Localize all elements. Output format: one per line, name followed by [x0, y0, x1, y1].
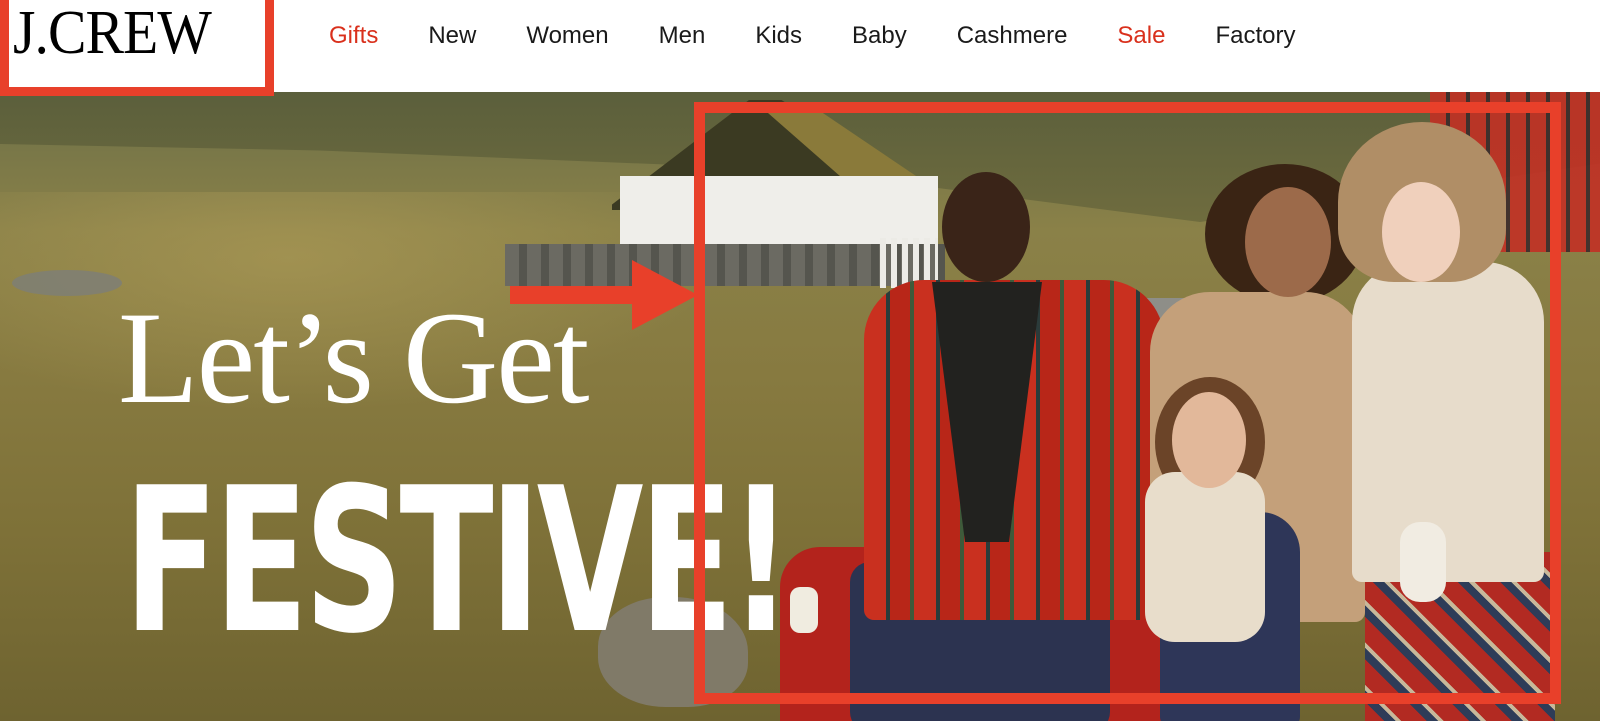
logo-highlight-box: J.CREW [0, 0, 274, 96]
nav-item-gifts[interactable]: Gifts [329, 18, 378, 54]
nav-item-women[interactable]: Women [526, 18, 608, 54]
jcrew-logo[interactable]: J.CREW [13, 2, 212, 64]
nav-item-new[interactable]: New [428, 18, 476, 54]
site-header: J.CREW Gifts New Women Men Kids Baby Cas… [0, 0, 1600, 96]
nav-item-factory[interactable]: Factory [1215, 18, 1295, 54]
nav-item-men[interactable]: Men [659, 18, 706, 54]
nav-item-cashmere[interactable]: Cashmere [957, 18, 1068, 54]
nav-item-baby[interactable]: Baby [852, 18, 907, 54]
hero-headline-bold: FESTIVE! [124, 445, 792, 678]
background-stream [12, 270, 122, 296]
arrow-right-icon [510, 260, 698, 330]
nav-item-kids[interactable]: Kids [755, 18, 802, 54]
main-nav: Gifts New Women Men Kids Baby Cashmere S… [329, 18, 1345, 54]
annotation-highlight-box [694, 102, 1561, 704]
nav-item-sale[interactable]: Sale [1117, 18, 1165, 54]
